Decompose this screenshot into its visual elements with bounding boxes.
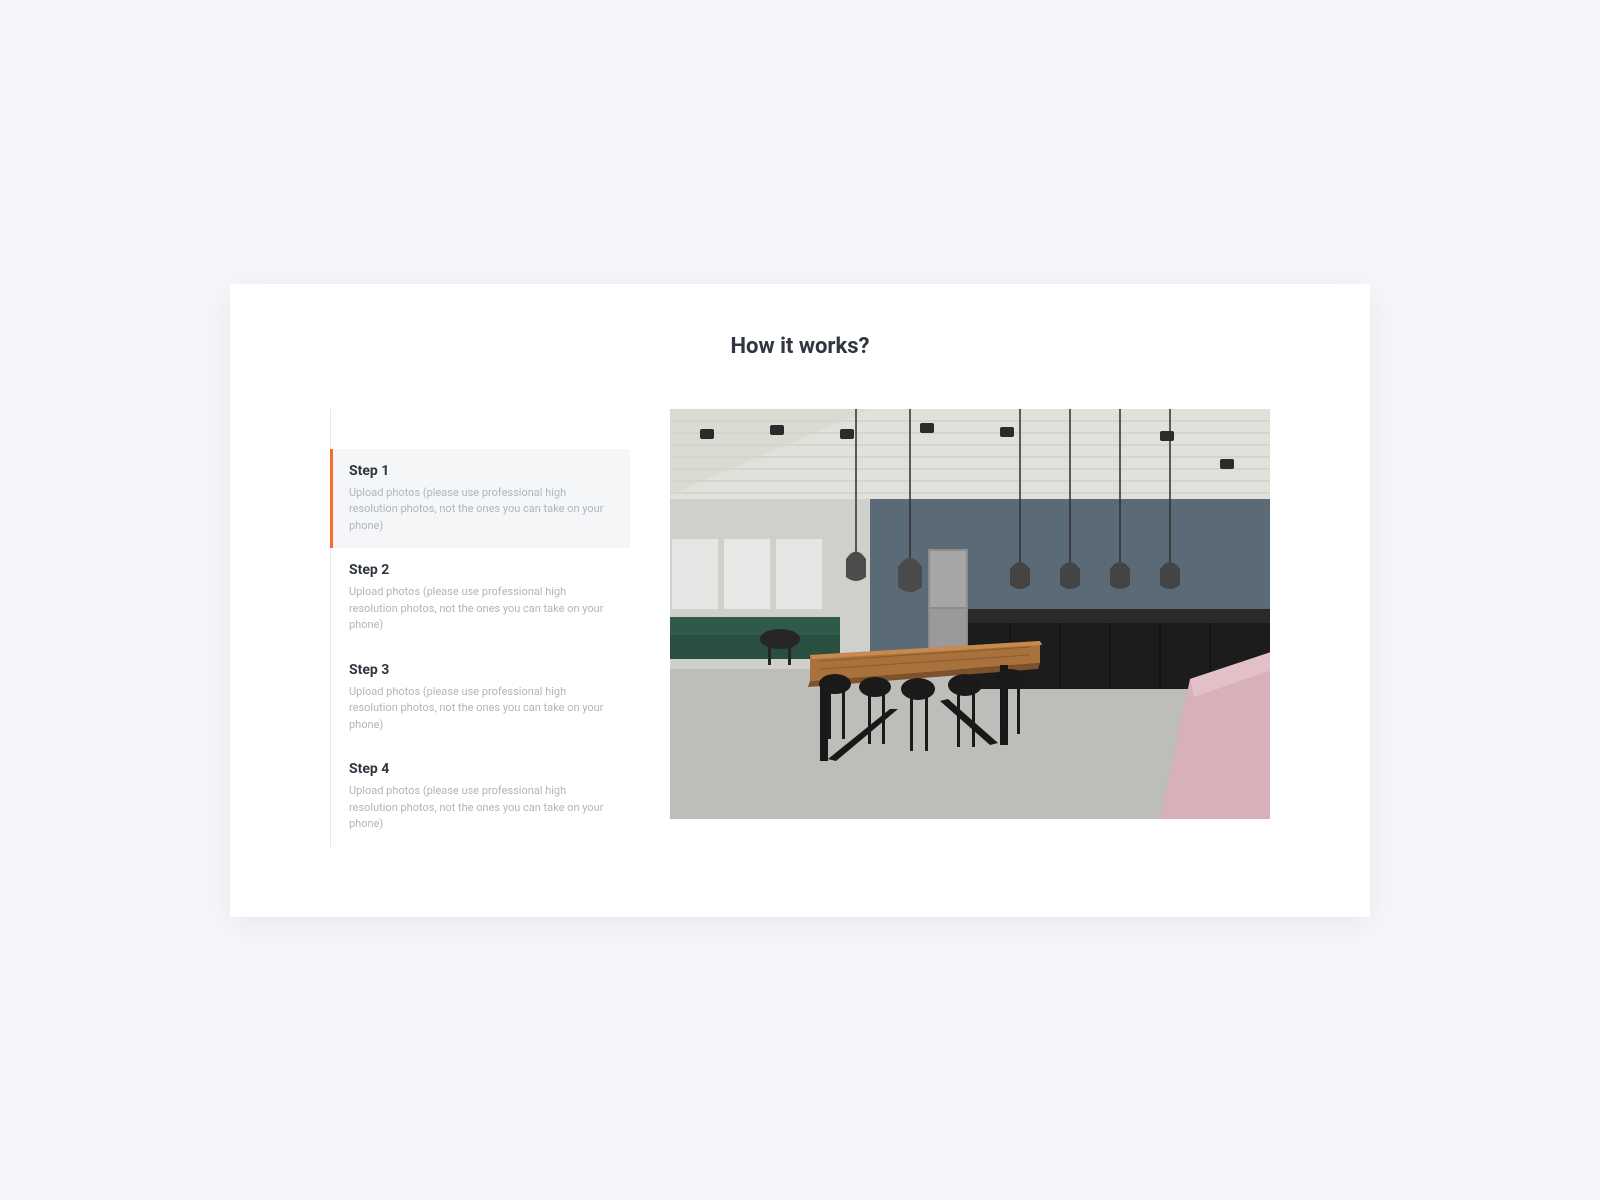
- step-desc: Upload photos (please use professional h…: [349, 584, 612, 634]
- step-title: Step 1: [349, 463, 612, 479]
- content-row: Step 1 Upload photos (please use profess…: [330, 409, 1270, 847]
- step-4[interactable]: Step 4 Upload photos (please use profess…: [331, 747, 630, 847]
- step-title: Step 4: [349, 761, 612, 777]
- step-2[interactable]: Step 2 Upload photos (please use profess…: [331, 548, 630, 648]
- step-title: Step 3: [349, 662, 612, 678]
- how-it-works-card: How it works? Step 1 Upload photos (plea…: [230, 284, 1370, 917]
- step-3[interactable]: Step 3 Upload photos (please use profess…: [331, 648, 630, 748]
- section-title: How it works?: [330, 334, 1270, 359]
- step-1[interactable]: Step 1 Upload photos (please use profess…: [331, 449, 630, 549]
- hero-image: [670, 409, 1270, 847]
- step-desc: Upload photos (please use professional h…: [349, 783, 612, 833]
- interior-illustration-icon: [670, 409, 1270, 819]
- step-title: Step 2: [349, 562, 612, 578]
- step-desc: Upload photos (please use professional h…: [349, 684, 612, 734]
- step-desc: Upload photos (please use professional h…: [349, 485, 612, 535]
- steps-list: Step 1 Upload photos (please use profess…: [330, 409, 630, 847]
